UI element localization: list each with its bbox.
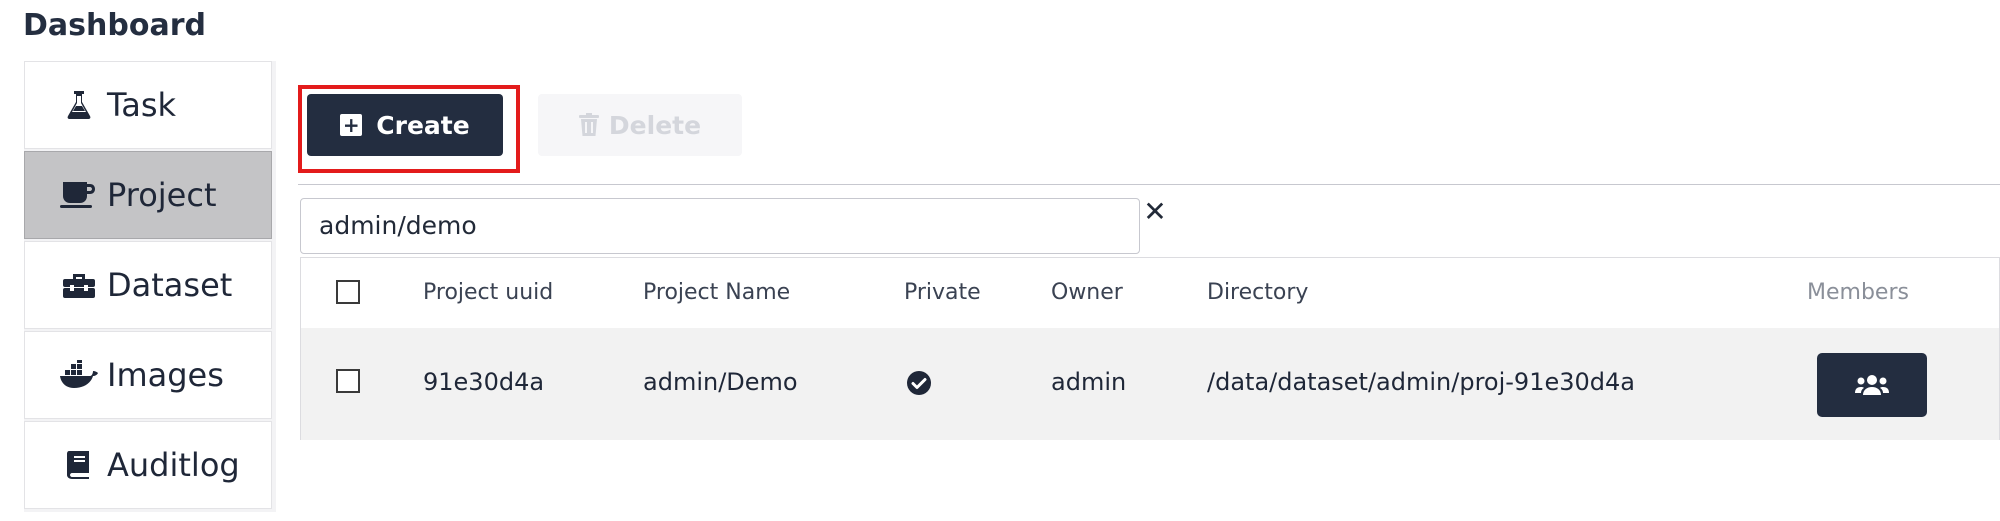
select-all-checkbox[interactable] — [336, 280, 360, 304]
cell-directory: /data/dataset/admin/proj-91e30d4a — [1207, 368, 1635, 396]
column-header-private: Private — [904, 280, 981, 305]
members-button[interactable] — [1817, 353, 1927, 417]
table-header: Project uuid Project Name Private Owner … — [301, 258, 1999, 328]
sidebar-item-project[interactable]: Project — [24, 151, 272, 239]
row-checkbox[interactable] — [336, 369, 360, 393]
search-input[interactable]: admin/demo — [300, 198, 1140, 254]
mug-icon — [57, 180, 101, 210]
sidebar-item-label: Task — [107, 86, 177, 124]
plus-square-icon: + — [340, 114, 363, 136]
column-header-directory: Directory — [1207, 280, 1309, 305]
delete-button[interactable]: Delete — [538, 94, 742, 156]
sidebar-item-label: Auditlog — [107, 446, 240, 484]
cell-project-name: admin/Demo — [643, 368, 798, 396]
column-header-owner: Owner — [1051, 280, 1123, 305]
sidebar-item-label: Dataset — [107, 266, 233, 304]
close-icon[interactable]: ✕ — [1140, 195, 1170, 229]
main-content: + Create Delete admin/demo ✕ Project uui… — [276, 61, 2000, 512]
page-title: Dashboard — [23, 8, 206, 43]
create-button[interactable]: + Create — [307, 94, 503, 156]
cell-owner: admin — [1051, 368, 1127, 396]
column-header-name: Project Name — [643, 280, 791, 305]
column-header-uuid: Project uuid — [423, 280, 554, 305]
column-header-members: Members — [1807, 280, 1909, 305]
docker-icon — [57, 360, 101, 390]
create-button-label: Create — [376, 110, 470, 140]
sidebar: Task Project Dataset Images Auditlog — [24, 61, 274, 511]
sidebar-item-images[interactable]: Images — [24, 331, 272, 419]
users-icon — [1855, 375, 1889, 395]
flask-icon — [57, 90, 101, 120]
book-icon — [57, 450, 101, 480]
cell-uuid: 91e30d4a — [423, 368, 545, 396]
sidebar-item-auditlog[interactable]: Auditlog — [24, 421, 272, 509]
sidebar-item-label: Images — [107, 356, 224, 394]
toolbar: + Create Delete — [298, 85, 2000, 185]
check-circle-icon — [907, 371, 931, 401]
sidebar-item-label: Project — [107, 176, 217, 214]
sidebar-item-dataset[interactable]: Dataset — [24, 241, 272, 329]
toolbox-icon — [57, 271, 101, 299]
sidebar-item-task[interactable]: Task — [24, 61, 272, 149]
projects-table: Project uuid Project Name Private Owner … — [300, 257, 2000, 440]
table-row[interactable]: 91e30d4a admin/Demo admin /data/dataset/… — [301, 328, 1999, 440]
delete-button-label: Delete — [608, 110, 702, 140]
trash-icon — [578, 113, 599, 136]
